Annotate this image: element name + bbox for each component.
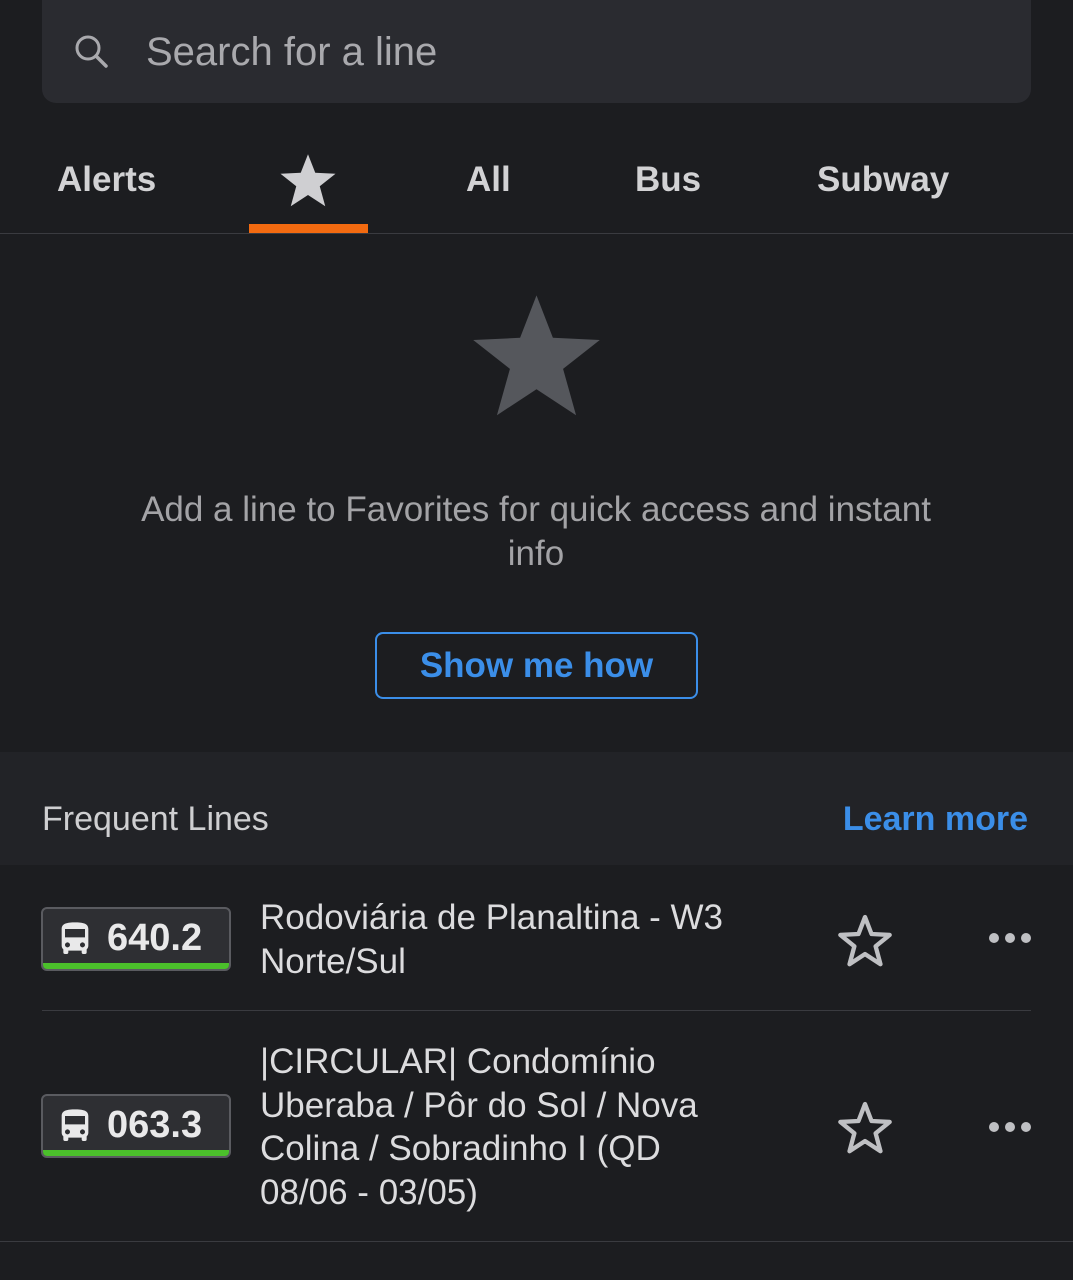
line-name: Rodoviária de Planaltina - W3 Norte/Sul [260, 898, 724, 981]
line-color-bar [43, 1150, 229, 1156]
line-badge: 640.2 [41, 907, 231, 971]
list-item[interactable]: 640.2 Rodoviária de Planaltina - W3 Nort… [0, 865, 1073, 1011]
show-me-how-button[interactable]: Show me how [375, 632, 698, 699]
active-tab-indicator [249, 224, 368, 233]
search-bar[interactable] [42, 0, 1031, 103]
list-item[interactable]: 063.3 |CIRCULAR| Condomínio Uberaba / Pô… [0, 1011, 1073, 1241]
star-icon [280, 154, 336, 207]
favorite-star-icon[interactable] [836, 913, 894, 969]
section-title: Frequent Lines [42, 800, 269, 838]
bus-icon [61, 922, 89, 954]
tab-subway[interactable]: Subway [817, 160, 949, 200]
favorites-empty-message: Add a line to Favorites for quick access… [141, 490, 931, 573]
bus-icon [61, 1109, 89, 1141]
line-number: 063.3 [107, 1104, 203, 1146]
line-badge: 063.3 [41, 1094, 231, 1158]
tab-alerts[interactable]: Alerts [57, 160, 156, 200]
more-options-icon[interactable] [988, 1120, 1032, 1134]
search-icon [75, 35, 108, 68]
frequent-lines-header: Frequent Lines Learn more [0, 752, 1073, 865]
search-input[interactable] [146, 26, 946, 78]
favorite-star-icon[interactable] [836, 1100, 894, 1156]
tab-favorites[interactable] [249, 130, 368, 234]
line-color-bar [43, 963, 229, 969]
star-icon [473, 295, 600, 416]
tab-bus[interactable]: Bus [635, 160, 701, 200]
row-divider [0, 1241, 1073, 1242]
tab-bar: Alerts All Bus Subway [0, 130, 1073, 234]
line-name: |CIRCULAR| Condomínio Uberaba / Pôr do S… [260, 1042, 698, 1212]
more-options-icon[interactable] [988, 931, 1032, 945]
learn-more-link[interactable]: Learn more [843, 800, 1028, 839]
tab-all[interactable]: All [466, 160, 511, 200]
line-number: 640.2 [107, 917, 203, 959]
